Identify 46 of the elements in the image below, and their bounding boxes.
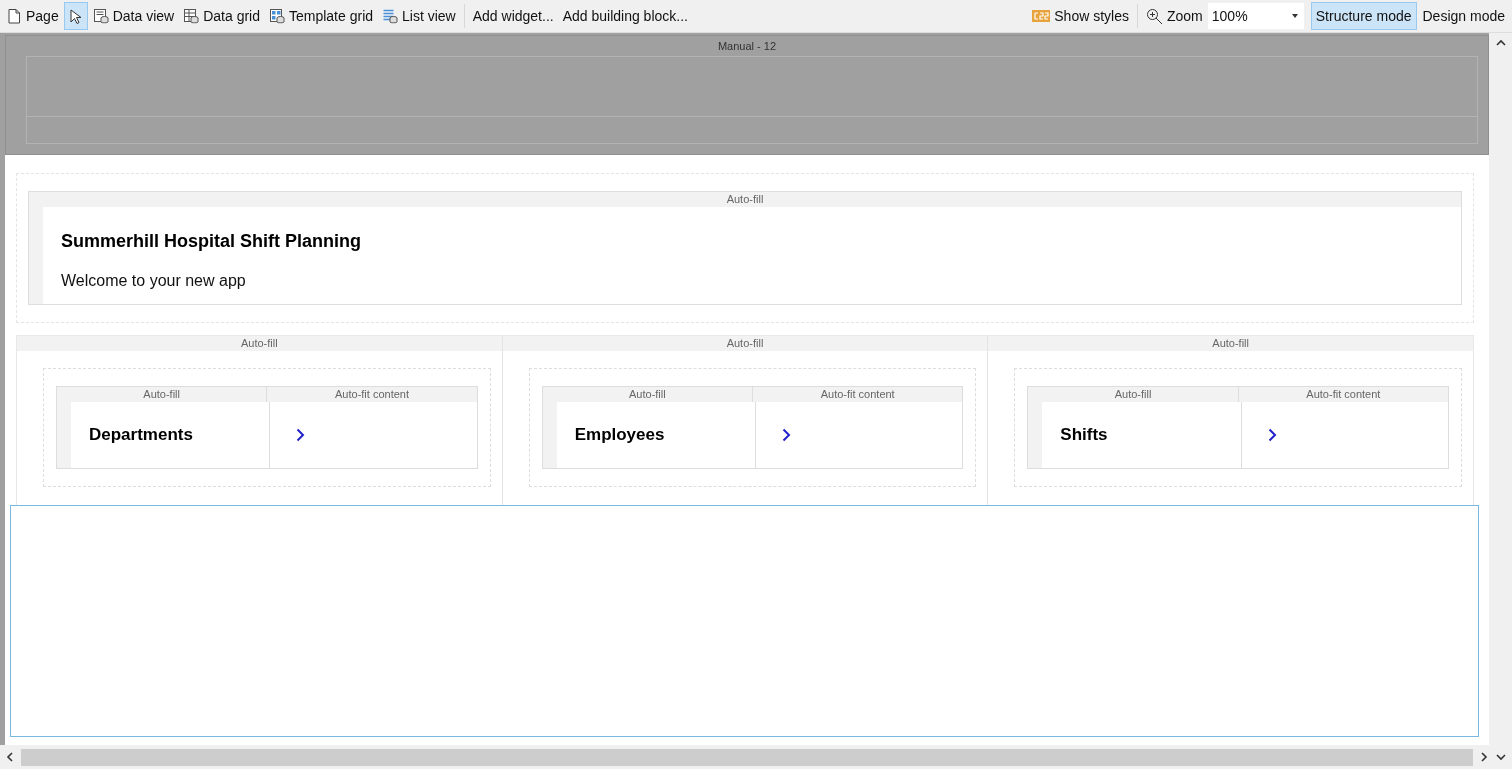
toolbar-button[interactable]: Data view — [88, 2, 179, 30]
list-view-icon — [382, 8, 399, 24]
container-label: Auto-fill — [1212, 336, 1249, 351]
scroll-up-icon[interactable] — [1495, 39, 1506, 46]
scroll-left-icon[interactable] — [6, 752, 13, 762]
container-label: Auto-fill — [542, 387, 753, 402]
toolbar-button[interactable]: Data grid — [179, 2, 264, 30]
pointer-icon — [67, 8, 84, 24]
zoom-button[interactable]: Zoom — [1142, 2, 1207, 30]
container-label: Auto-fit content — [1305, 387, 1382, 402]
toolbar-button[interactable]: Page — [2, 2, 63, 30]
card-title: Employees — [556, 402, 756, 468]
data-grid-icon — [183, 8, 200, 24]
container-label: Auto-fill — [1028, 387, 1239, 402]
zoom-field[interactable]: 100% — [1207, 3, 1286, 29]
pointer-tool[interactable] — [63, 2, 88, 30]
caret-icon — [1291, 14, 1298, 18]
data-view-icon — [92, 8, 109, 24]
scroll-right-icon[interactable] — [1481, 752, 1488, 762]
toolbar-button[interactable]: Add building block... — [558, 2, 692, 30]
page-subtitle: Welcome to your new app — [61, 272, 247, 290]
toolbar-button[interactable]: List view — [378, 2, 460, 30]
mode-button[interactable]: Structure mode — [1310, 2, 1417, 30]
chevron-right-icon[interactable] — [1267, 428, 1277, 442]
template-grid-icon — [269, 8, 285, 24]
chevron-right-icon[interactable] — [296, 428, 306, 442]
container-label: Auto-fill — [726, 336, 764, 351]
toolbar-button[interactable]: Template grid — [265, 2, 378, 30]
card-title: Shifts — [1042, 402, 1242, 468]
container-label: Auto-fit content — [334, 387, 410, 402]
chevron-right-icon[interactable] — [782, 428, 791, 442]
container-label: Auto-fill — [241, 336, 278, 351]
page-icon — [6, 8, 22, 24]
css-icon — [1032, 10, 1051, 22]
scroll-thumb[interactable] — [21, 748, 1473, 766]
show-styles-button[interactable]: Show styles — [1028, 2, 1133, 30]
page-title: Summerhill Hospital Shift Planning — [61, 231, 363, 252]
mode-button[interactable]: Design mode — [1417, 2, 1510, 30]
toolbar-button[interactable]: Add widget... — [468, 2, 558, 30]
container-label: Auto-fill — [57, 387, 268, 402]
scroll-down-icon[interactable] — [1496, 753, 1506, 761]
card-title: Departments — [71, 402, 271, 468]
container-label: Auto-fit content — [819, 387, 896, 402]
layout-label: Manual - 12 — [717, 40, 777, 52]
container-label: Auto-fill — [726, 192, 764, 207]
zoom-in-icon — [1146, 7, 1163, 25]
